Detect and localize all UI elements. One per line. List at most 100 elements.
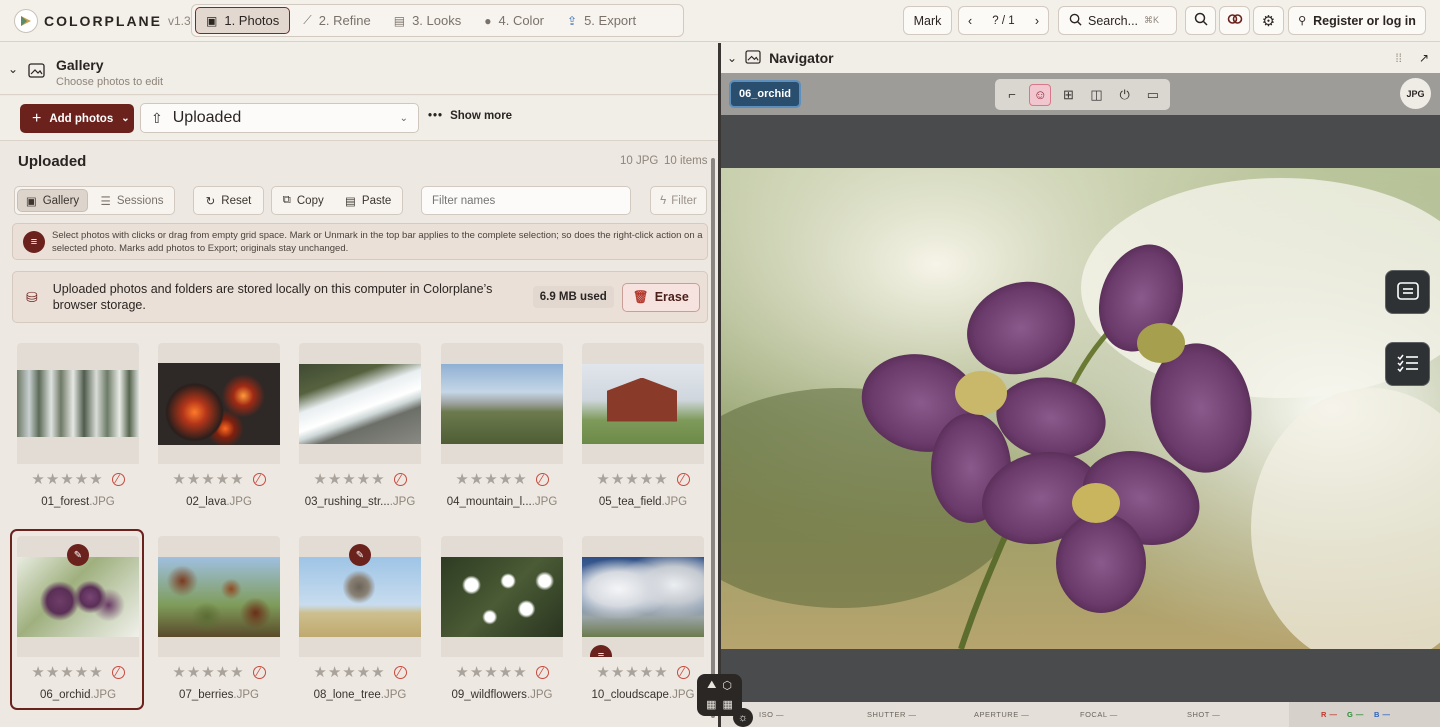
landscape-icon[interactable]: ⛰ (707, 679, 716, 692)
reject-icon[interactable]: ⁄ (393, 472, 407, 486)
copy-icon: ⧉ (282, 194, 291, 206)
erase-button[interactable]: 🗑 Erase (621, 282, 700, 312)
reject-icon[interactable]: ⁄ (393, 665, 407, 679)
register-button[interactable]: ⚲ Register or log in (1288, 6, 1426, 35)
exif-aperture: APERTURE — (974, 710, 1030, 719)
source-select[interactable]: ⇧ Uploaded ⌄ (140, 103, 419, 133)
reject-icon[interactable]: ⁄ (252, 472, 266, 486)
orchid-preview-image[interactable] (721, 168, 1440, 649)
photo-card[interactable]: ★★★★★ ⁄ 05_tea_field.JPG (582, 343, 704, 508)
reject-icon[interactable]: ⁄ (252, 665, 266, 679)
collapse-chevron-icon[interactable]: ⌄ (8, 62, 18, 76)
frame-icon[interactable]: ▭ (1142, 84, 1164, 106)
step-photos[interactable]: ▣ 1. Photos (195, 7, 291, 34)
paste-button[interactable]: ▤ Paste (345, 194, 391, 208)
tab-gallery[interactable]: ▣ Gallery (17, 189, 88, 212)
photo-card[interactable]: ★★★★★ ⁄ 02_lava.JPG (158, 343, 280, 508)
reject-icon[interactable]: ⁄ (676, 472, 690, 486)
add-photos-button[interactable]: + Add photos ⌄ (20, 104, 134, 133)
photo-card[interactable]: ≡ ★★★★★ ⁄ 10_cloudscape.JPG (582, 536, 704, 701)
prev-page-icon[interactable]: ‹ (968, 14, 972, 28)
berries-photo-image (158, 556, 280, 637)
star-rating[interactable]: ★★★★★ ⁄ (158, 663, 280, 681)
reject-icon[interactable]: ⁄ (111, 472, 125, 486)
reject-icon[interactable]: ⁄ (535, 472, 549, 486)
file-name: 01_forest.JPG (17, 496, 139, 508)
rushing-stream-photo-image (299, 363, 421, 444)
grid-small-icon[interactable]: ▦ (706, 698, 716, 711)
reset-button[interactable]: ↻ Reset (193, 186, 264, 215)
step-export[interactable]: ⇪ 5. Export (557, 7, 646, 34)
star-rating[interactable]: ★★★★★ ⁄ (582, 663, 704, 681)
reject-icon[interactable]: ⁄ (676, 665, 690, 679)
next-page-icon[interactable]: › (1035, 14, 1039, 28)
file-ext: .JPG (90, 689, 117, 701)
split-view-icon[interactable]: ◫ (1086, 84, 1108, 106)
copy-button[interactable]: ⧉ Copy (283, 194, 324, 207)
power-icon[interactable]: ⏻ (1114, 84, 1136, 106)
crop-icon[interactable]: ⌐ (1001, 84, 1023, 106)
photo-thumbnail (582, 343, 704, 464)
photo-thumbnail (17, 343, 139, 464)
step-color[interactable]: ● 4. Color (474, 7, 554, 34)
file-tag[interactable]: 06_orchid (729, 80, 801, 108)
drag-handle-icon[interactable]: ⁞⁞ (1395, 51, 1402, 65)
panel-toggle-button[interactable] (1385, 270, 1430, 314)
zoom-button[interactable] (1185, 6, 1216, 35)
face-icon[interactable]: ☺ (1029, 83, 1052, 106)
file-base: 06_orchid (39, 689, 91, 701)
search-button[interactable]: Search... ⌘K (1058, 6, 1177, 35)
photo-card-selected[interactable]: ✎ ★★★★★ ⁄ 06_orchid.JPG (17, 536, 139, 701)
collapse-chevron-icon[interactable]: ⌄ (727, 51, 737, 65)
tab-sessions[interactable]: ☰ Sessions (92, 189, 172, 212)
mountain-lake-photo-image (441, 363, 563, 444)
exif-iso: ISO — (759, 710, 785, 719)
rgb-readout (1289, 702, 1440, 727)
star-rating[interactable]: ★★★★★ ⁄ (158, 470, 280, 488)
brightness-toggle[interactable]: ☼ (733, 708, 753, 727)
photo-card[interactable]: ★★★★★ ⁄ 09_wildflowers.JPG (441, 536, 563, 701)
reject-icon[interactable]: ⁄ (111, 665, 125, 679)
tab-label: Gallery (42, 194, 80, 207)
file-base: 03_rushing_str... (304, 496, 390, 508)
gallery-subtitle: Choose photos to edit (56, 76, 164, 88)
star-rating[interactable]: ★★★★★ ⁄ (17, 470, 139, 488)
star-rating[interactable]: ★★★★★ ⁄ (441, 663, 563, 681)
photo-card[interactable]: ★★★★★ ⁄ 03_rushing_str....JPG (299, 343, 421, 508)
photo-thumbnail (158, 536, 280, 657)
cube-icon[interactable]: ⬡ (722, 679, 732, 692)
grid-icon[interactable]: ⊞ (1057, 84, 1079, 106)
star-rating[interactable]: ★★★★★ ⁄ (17, 663, 139, 681)
filter-names-input[interactable] (421, 186, 631, 215)
star-rating[interactable]: ★★★★★ ⁄ (441, 470, 563, 488)
file-ext: .JPG (661, 496, 688, 508)
photo-card[interactable]: ★★★★★ ⁄ 04_mountain_l....JPG (441, 343, 563, 508)
photo-card[interactable]: ★★★★★ ⁄ 07_berries.JPG (158, 536, 280, 701)
star-rating[interactable]: ★★★★★ ⁄ (299, 663, 421, 681)
settings-button[interactable]: ⚙ (1253, 6, 1284, 35)
scrollbar[interactable] (711, 158, 715, 718)
grid-small-icon[interactable]: ▦ (723, 698, 733, 711)
database-icon: ⛁ (26, 288, 38, 305)
filter-button[interactable]: ϟ Filter (650, 186, 707, 215)
step-looks[interactable]: ▤ 3. Looks (384, 7, 472, 34)
star-rating[interactable]: ★★★★★ ⁄ (299, 470, 421, 488)
compare-button[interactable] (1219, 6, 1250, 35)
star-rating[interactable]: ★★★★★ ⁄ (582, 470, 704, 488)
photo-card[interactable]: ★★★★★ ⁄ 01_forest.JPG (17, 343, 139, 508)
expand-arrow-icon[interactable]: ↗ (1419, 51, 1429, 65)
add-photos-label: Add photos (49, 112, 114, 125)
sliders-icon: ☰ (100, 195, 111, 208)
navigator-panel: ⌄ Navigator ⁞⁞ ↗ 06_orchid ⌐ ☺ ⊞ ◫ ⏻ ▭ J… (721, 43, 1440, 727)
photo-card[interactable]: ✎ ★★★★★ ⁄ 08_lone_tree.JPG (299, 536, 421, 701)
chevron-down-icon: ⌄ (399, 112, 408, 124)
checklist-button[interactable] (1385, 342, 1430, 386)
mark-button[interactable]: Mark (903, 6, 952, 35)
gallery-tab-icon: ▣ (25, 195, 37, 208)
lone-tree-photo-image (299, 556, 421, 637)
step-refine[interactable]: ⟋ 2. Refine (293, 7, 380, 34)
cloudscape-photo-image (582, 556, 704, 637)
reject-icon[interactable]: ⁄ (535, 665, 549, 679)
show-more-button[interactable]: ••• Show more (428, 110, 512, 122)
tea-field-photo-image (582, 363, 704, 444)
